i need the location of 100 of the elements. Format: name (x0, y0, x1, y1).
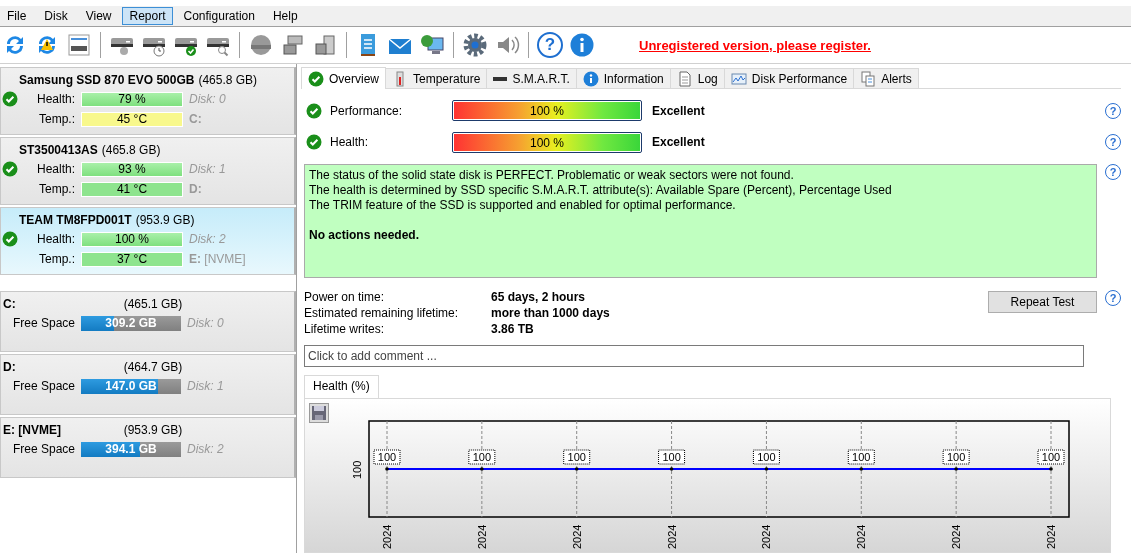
data-point (764, 467, 769, 471)
disk-card[interactable]: TEAM TM8FPD001T (953.9 GB) Health: 100 % Disk: 2 Temp.: 37 °C E: [NVME] (0, 207, 296, 275)
status-text: The TRIM feature of the SSD is supported and enabled for optimal performance. (309, 197, 737, 213)
menu-item[interactable]: Disk (37, 7, 75, 25)
status-check-icon (2, 161, 18, 177)
check-icon (306, 134, 322, 150)
pages-icon (860, 70, 877, 87)
x-axis-label: 2024 (1045, 524, 1057, 549)
metric-label: Performance: (329, 103, 404, 118)
document-icon (676, 70, 693, 87)
menu-item[interactable]: File (0, 7, 34, 25)
disk-icon[interactable] (248, 32, 274, 58)
data-label: 100 (752, 449, 780, 465)
status-text: The status of the solid state disk is PERFECT. Problematic or weak sectors were not found. (309, 167, 795, 183)
x-axis-label: 2024 (381, 524, 393, 549)
disk-number: Disk: 2 (186, 442, 224, 456)
status-check-icon (2, 231, 18, 247)
disk-card[interactable]: ST3500413AS (465.8 GB) Health: 93 % Disk: 1 Temp.: 41 °C D: (0, 137, 296, 205)
tab[interactable]: Information (575, 68, 671, 88)
check-icon (306, 102, 322, 119)
health-label: Health: (35, 92, 76, 106)
health-bar: 93 % (81, 161, 183, 177)
drive-letter: E: (189, 252, 201, 266)
disk-name: Samsung SSD 870 EVO 500GB (19, 73, 195, 87)
drive-list-icon[interactable] (66, 32, 92, 58)
rating-percent: 100 % (529, 104, 565, 119)
data-point (574, 467, 579, 471)
tab[interactable]: Log (669, 68, 725, 88)
data-point (954, 467, 958, 471)
volume-name: C: (2, 297, 17, 311)
data-label: 100 (468, 449, 496, 465)
action-text: No actions needed. (309, 227, 421, 243)
disk-card[interactable]: Samsung SSD 870 EVO 500GB (465.8 GB) Health: 79 % Disk: 0 Temp.: 45 °C C: (0, 67, 296, 135)
rating-percent: 100 % (529, 135, 565, 150)
detail-label: Estimated remaining lifetime: (304, 305, 460, 322)
temperature-label: Temp.: (38, 252, 76, 266)
temperature-bar: 45 °C (81, 111, 183, 127)
tab[interactable]: Temperature (385, 68, 488, 88)
status-check-icon (2, 91, 18, 107)
tab[interactable]: Alerts (853, 68, 919, 88)
menu-item[interactable]: Configuration (176, 7, 262, 25)
temperature-bar: 41 °C (81, 181, 183, 197)
disk-number: Disk: 0 (186, 316, 224, 330)
temperature-bar: 37 °C (81, 251, 183, 267)
graph-icon (730, 70, 747, 87)
settings-icon[interactable] (462, 32, 488, 58)
volume-name: D: (2, 360, 17, 374)
menu-item[interactable]: View (78, 7, 119, 25)
save-icon[interactable] (309, 403, 329, 423)
tab[interactable]: S.M.A.R.T. (486, 68, 577, 88)
data-label: 100 (942, 449, 970, 465)
metric-label: Health: (329, 135, 370, 149)
disk-number: Disk: 1 (188, 162, 226, 176)
rating-text: Excellent (652, 103, 706, 118)
free-space-label: Free Space (11, 379, 76, 393)
repeat-test-button[interactable]: Repeat Test (988, 290, 1097, 313)
info-icon (582, 70, 599, 87)
temperature-label: Temp.: (38, 112, 76, 126)
help-icon[interactable]: ? (537, 32, 563, 58)
x-axis-label: 2024 (855, 524, 868, 549)
tab[interactable]: Disk Performance (723, 68, 855, 88)
x-axis-label: 2024 (570, 524, 583, 549)
check-icon (308, 70, 324, 87)
data-label: 100 (563, 449, 591, 465)
drive-letter: D: (189, 182, 202, 196)
detail-label: Power on time: (304, 289, 386, 306)
disk-number: Disk: 1 (186, 379, 224, 393)
x-axis-label: 2024 (665, 524, 678, 549)
data-point (859, 467, 864, 471)
register-link[interactable]: Unregistered version, please register. (639, 37, 871, 53)
data-label: 100 (847, 449, 875, 465)
detail-value: 3.86 TB (491, 321, 534, 338)
drive-letter: C: (189, 112, 202, 126)
health-label: Health: (35, 162, 76, 176)
health-label: Health: (35, 232, 76, 246)
volume-size: (464.7 GB) (123, 360, 183, 374)
y-axis-label: 100 (351, 460, 363, 479)
volume-size: (465.1 GB) (123, 297, 183, 311)
disk-size: (465.8 GB) (101, 143, 161, 157)
data-point (1049, 467, 1053, 471)
info-icon[interactable] (569, 32, 595, 58)
volume-name: E: [NVME] (2, 423, 62, 437)
disk-name: TEAM TM8FPD001T (19, 213, 132, 227)
data-point (669, 467, 674, 471)
x-axis-label: 2024 (475, 524, 488, 549)
x-axis-label: 2024 (950, 524, 963, 549)
menu-item[interactable]: Help (265, 7, 305, 25)
tab[interactable]: Overview (301, 67, 386, 89)
comment-field[interactable]: Click to add comment ... (304, 344, 1084, 368)
computer-drives-icon[interactable] (312, 32, 338, 58)
drive-type: [NVME] (204, 252, 246, 266)
disk-size: (465.8 GB) (198, 73, 258, 87)
rating-text: Excellent (652, 135, 706, 149)
data-point (385, 467, 389, 471)
drives-icon[interactable] (280, 32, 306, 58)
menu-item[interactable]: Report (122, 7, 173, 25)
health-bar: 100 % (81, 231, 183, 247)
free-space-label: Free Space (11, 316, 76, 330)
health-bar: 79 % (81, 91, 183, 107)
x-axis-label: 2024 (760, 524, 773, 549)
